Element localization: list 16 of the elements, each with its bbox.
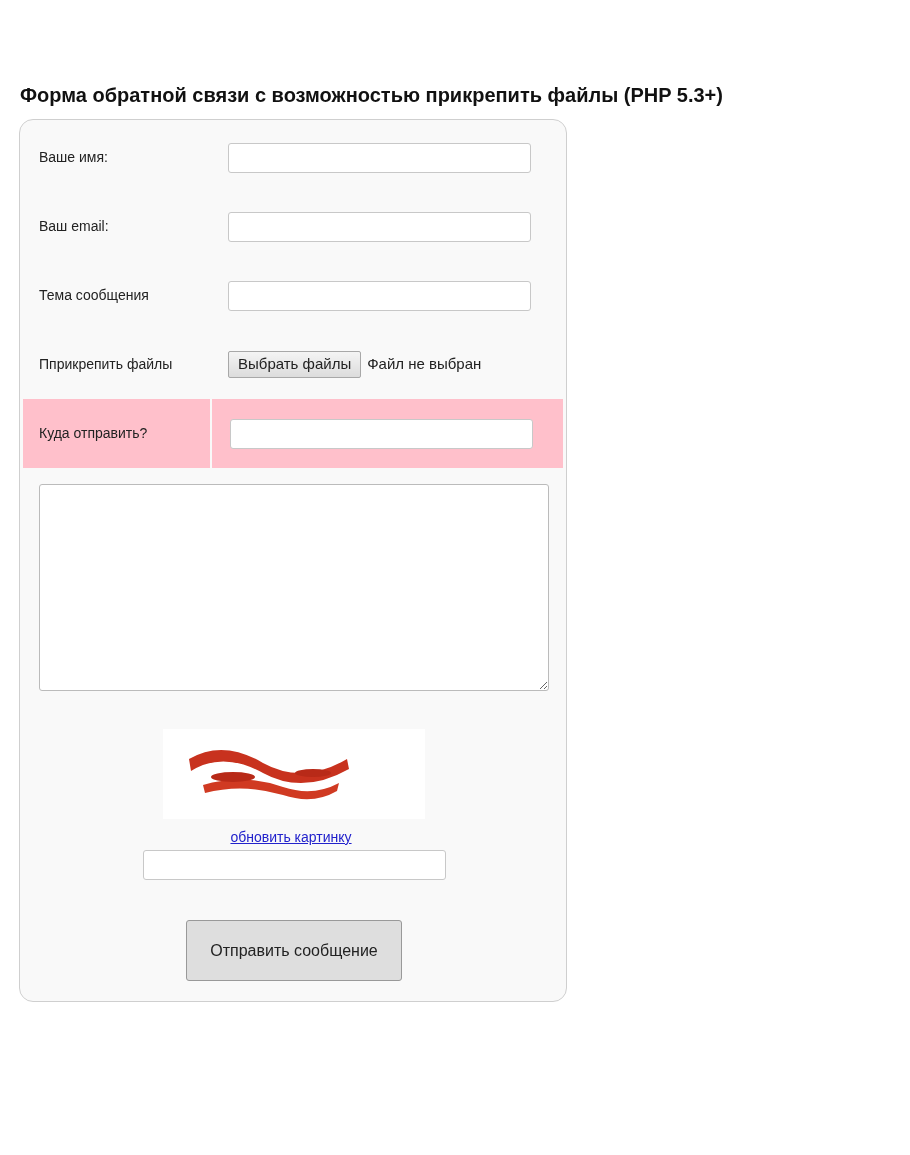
field-label: Пприкрепить файлы	[39, 355, 173, 374]
input-field[interactable]	[228, 211, 531, 242]
field-label: Куда отправить?	[39, 424, 148, 443]
input-field[interactable]	[230, 418, 533, 449]
field-label: Ваше имя:	[39, 148, 108, 167]
field-label: Ваш email:	[39, 217, 109, 236]
message-field[interactable]	[39, 484, 549, 691]
page-title: Форма обратной связи с возможностью прикрепить файлы (PHP 5.3+)	[20, 83, 724, 107]
input-field[interactable]	[228, 280, 531, 311]
choose-files-button[interactable]: Выбрать файлы	[228, 351, 362, 378]
input-field[interactable]	[228, 142, 531, 173]
refresh-link[interactable]: обновить картинку	[19, 827, 563, 848]
field-label: Тема сообщения	[39, 286, 149, 305]
captcha-field[interactable]	[143, 850, 446, 880]
submit-button[interactable]: Отправить сообщение	[186, 920, 402, 981]
file-status: Файл не выбран	[367, 354, 482, 375]
